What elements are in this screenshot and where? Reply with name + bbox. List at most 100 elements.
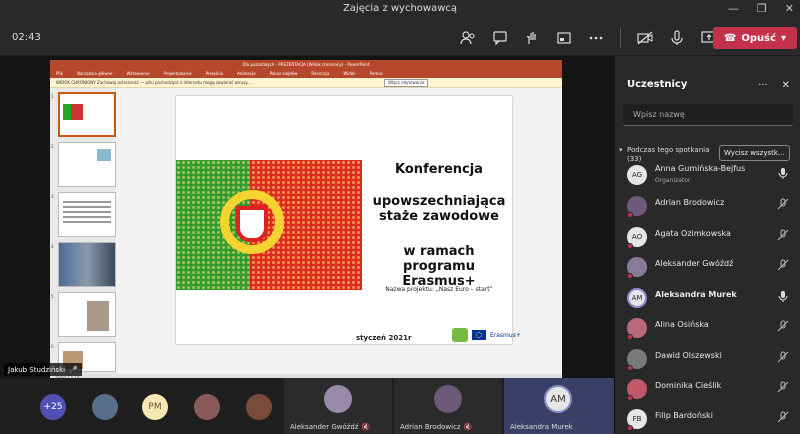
participant-avatar[interactable] xyxy=(246,394,272,420)
phone-hangup-icon: ☎ xyxy=(723,32,737,44)
mic-off-icon[interactable] xyxy=(777,381,789,393)
mic-off-icon[interactable] xyxy=(777,351,789,363)
overflow-participants-button[interactable]: +25 xyxy=(40,394,66,420)
video-tile[interactable]: Aleksander Gwóźdź 🔇 xyxy=(284,378,392,434)
tile-name: Adrian Brodowicz xyxy=(400,423,461,431)
participant-name: Filip Bardoński xyxy=(655,411,713,420)
ribbon-tab[interactable]: Projektowanie xyxy=(163,69,191,78)
ribbon-tab[interactable]: Widok xyxy=(343,69,355,78)
participant-search-input[interactable]: Wpisz nazwę xyxy=(623,104,793,126)
participant-avatar[interactable] xyxy=(194,394,220,420)
mic-off-icon: 🔇 xyxy=(463,423,473,431)
mic-off-icon[interactable] xyxy=(777,259,789,271)
slide-thumbnails: 1 2 3 4 5 6 xyxy=(50,88,116,374)
enable-editing-button[interactable]: Włącz edytowanie xyxy=(384,79,429,87)
participant-row[interactable]: AM Aleksandra Murek xyxy=(615,282,800,312)
more-icon[interactable]: ··· xyxy=(758,80,768,91)
ribbon-tab[interactable]: Plik xyxy=(56,69,63,78)
participant-name: Dominika Cieślik xyxy=(655,381,722,390)
close-icon[interactable]: ✕ xyxy=(785,2,794,15)
ribbon-tab[interactable]: Narzędzia główne xyxy=(77,69,113,78)
close-icon[interactable]: ✕ xyxy=(782,80,790,91)
thumbnail-number: 5 xyxy=(51,294,54,299)
participant-row[interactable]: FB Filip Bardoński xyxy=(615,403,800,433)
mic-off-icon: 🔇 xyxy=(361,423,371,431)
thumbnail-number: 6 xyxy=(51,344,54,349)
mic-off-icon[interactable] xyxy=(777,411,789,423)
raise-hand-icon[interactable] xyxy=(522,28,542,48)
status-dot xyxy=(627,425,633,431)
school-logo xyxy=(452,328,468,342)
participant-avatar: AM xyxy=(544,385,572,413)
tile-name: Aleksander Gwóźdź xyxy=(290,423,359,431)
slide-thumbnail[interactable] xyxy=(58,142,116,187)
participant-avatar[interactable]: PM xyxy=(142,394,168,420)
slide-thumbnail[interactable] xyxy=(58,192,116,237)
shared-screen-stage: Dla pozostałych - PREZENTACJA (Widok chr… xyxy=(0,56,614,382)
toolbar-divider xyxy=(620,28,621,48)
eu-flag-icon xyxy=(472,330,486,340)
ribbon-tab[interactable]: Recenzja xyxy=(311,69,329,78)
mic-off-icon[interactable] xyxy=(777,229,789,241)
ribbon-tab[interactable]: Wstawianie xyxy=(126,69,149,78)
protected-view-text: WIDOK CHRONIONY Zachowaj ostrożność — pl… xyxy=(56,80,252,85)
participant-name: Adrian Brodowicz xyxy=(655,198,725,207)
ribbon-tab[interactable]: Pomoc xyxy=(370,69,383,78)
meeting-controls xyxy=(458,28,719,48)
thumbnail-number: 1 xyxy=(51,94,54,99)
participant-name: Anna Gumińska-Bejfus xyxy=(655,164,746,173)
chevron-down-icon[interactable]: ▾ xyxy=(619,146,623,154)
participant-name: Alina Osińska xyxy=(655,320,709,329)
ribbon-tab[interactable]: Pokaz slajdów xyxy=(270,69,298,78)
participant-name: Agata Ozimkowska xyxy=(655,229,731,238)
video-tile[interactable]: Adrian Brodowicz 🔇 xyxy=(394,378,502,434)
slide-thumbnail[interactable] xyxy=(58,242,116,287)
mic-off-icon[interactable] xyxy=(777,198,789,210)
slide-thumbnail[interactable] xyxy=(58,292,116,337)
rooms-icon[interactable] xyxy=(554,28,574,48)
participant-row[interactable]: Dawid Olszewski xyxy=(615,343,800,373)
window-title: Zajęcia z wychowawcą xyxy=(342,3,458,14)
maximize-icon[interactable]: ❐ xyxy=(757,2,767,15)
chevron-down-icon[interactable]: ▾ xyxy=(781,33,786,44)
leave-button[interactable]: ☎ Opuść ▾ xyxy=(713,27,797,49)
participant-avatar xyxy=(324,385,352,413)
current-slide: Konferencja upowszechniająca staże zawod… xyxy=(176,96,521,344)
protected-view-bar: WIDOK CHRONIONY Zachowaj ostrożność — pl… xyxy=(50,78,562,88)
status-dot xyxy=(627,395,633,401)
slide-date: styczeń 2021r xyxy=(356,334,412,342)
participant-row[interactable]: Adrian Brodowicz xyxy=(615,190,800,220)
status-dot xyxy=(627,212,633,218)
participant-row[interactable]: AG Anna Gumińska-Bejfus Organizator xyxy=(615,159,800,189)
video-tile-active-speaker[interactable]: AM Aleksandra Murek xyxy=(504,378,614,434)
microphone-icon[interactable] xyxy=(777,290,789,302)
status-dot xyxy=(627,273,633,279)
participants-panel: Uczestnicy ··· ✕ Wpisz nazwę ▾ Podczas t… xyxy=(614,56,800,434)
panel-actions: ··· ✕ xyxy=(758,80,790,91)
leave-label: Opuść xyxy=(741,32,777,44)
more-icon[interactable] xyxy=(586,28,606,48)
minimize-icon[interactable]: — xyxy=(728,2,739,15)
mic-off-icon[interactable] xyxy=(777,320,789,332)
thumbnail-number: 4 xyxy=(51,244,54,249)
microphone-icon[interactable] xyxy=(667,28,687,48)
ribbon-tab[interactable]: Przejścia xyxy=(206,69,224,78)
panel-title: Uczestnicy xyxy=(627,79,688,90)
slide-heading-line3: w ramach programu Erasmus+ xyxy=(402,244,476,289)
microphone-icon[interactable] xyxy=(777,167,789,179)
slide-project-name: Nazwa projektu: „Nasz Euro – start” xyxy=(385,286,493,293)
ribbon-tab[interactable]: Animacje xyxy=(237,69,256,78)
status-dot xyxy=(627,365,633,371)
participant-row[interactable]: Alina Osińska xyxy=(615,312,800,342)
participant-row[interactable]: AO Agata Ozimkowska xyxy=(615,221,800,251)
participant-avatar[interactable] xyxy=(92,394,118,420)
slide-thumbnail[interactable] xyxy=(58,92,116,137)
erasmus-logo: Erasmus+ xyxy=(490,331,521,339)
participant-row[interactable]: Dominika Cieślik xyxy=(615,373,800,403)
participant-row[interactable]: Aleksander Gwóźdź xyxy=(615,251,800,281)
status-dot xyxy=(627,243,633,249)
participants-icon[interactable] xyxy=(458,28,478,48)
chat-icon[interactable] xyxy=(490,28,510,48)
camera-off-icon[interactable] xyxy=(635,28,655,48)
portugal-flag-image xyxy=(176,160,362,290)
